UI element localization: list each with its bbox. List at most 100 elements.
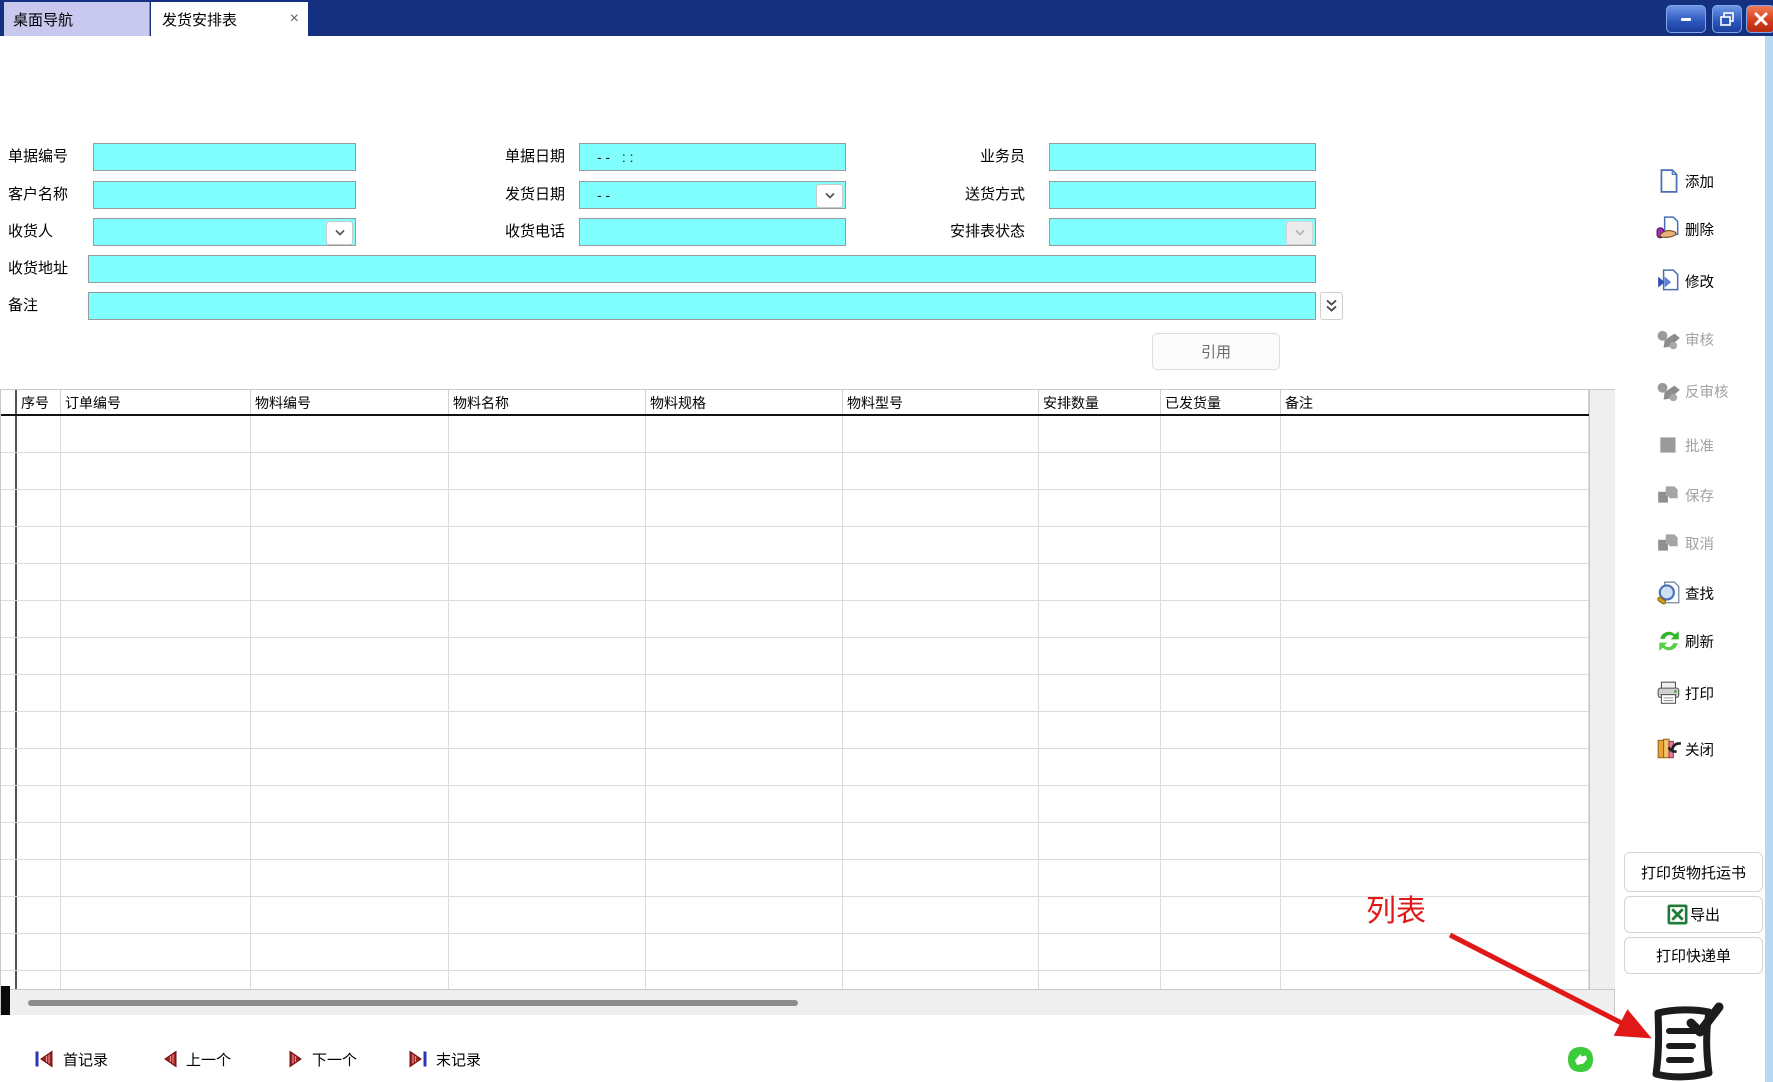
table-cell[interactable]: [1281, 490, 1589, 526]
row-selector-cell[interactable]: [1, 860, 17, 896]
table-cell[interactable]: [1161, 453, 1281, 489]
row-selector-cell[interactable]: [1, 564, 17, 600]
table-cell[interactable]: [61, 786, 251, 822]
table-row[interactable]: [1, 712, 1614, 749]
table-row[interactable]: [1, 453, 1614, 490]
table-cell[interactable]: [449, 490, 646, 526]
table-cell[interactable]: [449, 897, 646, 933]
table-cell[interactable]: [843, 416, 1039, 452]
last-record-button[interactable]: 末记录: [407, 1046, 481, 1072]
table-cell[interactable]: [1039, 675, 1161, 711]
table-cell[interactable]: [646, 749, 843, 785]
table-row[interactable]: [1, 601, 1614, 638]
table-cell[interactable]: [449, 527, 646, 563]
table-cell[interactable]: [17, 527, 61, 563]
table-row[interactable]: [1, 823, 1614, 860]
chevron-down-icon[interactable]: [326, 221, 353, 245]
table-cell[interactable]: [1161, 712, 1281, 748]
salesman-input[interactable]: [1049, 143, 1316, 171]
table-cell[interactable]: [61, 416, 251, 452]
table-cell[interactable]: [843, 638, 1039, 674]
table-cell[interactable]: [1281, 564, 1589, 600]
table-cell[interactable]: [17, 601, 61, 637]
table-cell[interactable]: [1161, 601, 1281, 637]
table-cell[interactable]: [251, 712, 449, 748]
table-cell[interactable]: [843, 860, 1039, 896]
sidebar-button-modify[interactable]: 修改: [1656, 266, 1768, 296]
table-cell[interactable]: [843, 490, 1039, 526]
row-selector-cell[interactable]: [1, 934, 17, 970]
previous-record-button[interactable]: 上一个: [162, 1046, 231, 1072]
table-cell[interactable]: [449, 675, 646, 711]
table-cell[interactable]: [646, 416, 843, 452]
table-cell[interactable]: [843, 712, 1039, 748]
row-selector-cell[interactable]: [1, 638, 17, 674]
table-cell[interactable]: [1039, 490, 1161, 526]
table-cell[interactable]: [61, 601, 251, 637]
table-cell[interactable]: [843, 786, 1039, 822]
table-cell[interactable]: [1161, 786, 1281, 822]
sidebar-button-print[interactable]: 打印: [1656, 678, 1768, 708]
table-cell[interactable]: [646, 934, 843, 970]
table-cell[interactable]: [251, 490, 449, 526]
table-cell[interactable]: [17, 490, 61, 526]
table-cell[interactable]: [17, 712, 61, 748]
vertical-scrollbar[interactable]: [1589, 390, 1615, 989]
table-cell[interactable]: [17, 934, 61, 970]
table-row[interactable]: [1, 675, 1614, 712]
table-cell[interactable]: [449, 453, 646, 489]
table-cell[interactable]: [1281, 675, 1589, 711]
row-selector-cell[interactable]: [1, 453, 17, 489]
table-cell[interactable]: [61, 564, 251, 600]
table-cell[interactable]: [1281, 416, 1589, 452]
table-cell[interactable]: [843, 675, 1039, 711]
table-cell[interactable]: [1281, 712, 1589, 748]
column-header-4[interactable]: 物料名称: [449, 390, 646, 414]
table-cell[interactable]: [61, 749, 251, 785]
table-cell[interactable]: [251, 823, 449, 859]
status-combo[interactable]: [1049, 218, 1316, 246]
column-header-2[interactable]: 订单编号: [61, 390, 251, 414]
sidebar-button-add[interactable]: 添加: [1656, 166, 1768, 196]
table-cell[interactable]: [1039, 786, 1161, 822]
table-row[interactable]: [1, 786, 1614, 823]
remark-expand-button[interactable]: [1320, 292, 1343, 320]
table-cell[interactable]: [251, 860, 449, 896]
table-cell[interactable]: [1161, 749, 1281, 785]
row-selector-cell[interactable]: [1, 823, 17, 859]
table-cell[interactable]: [1039, 601, 1161, 637]
table-cell[interactable]: [17, 749, 61, 785]
table-cell[interactable]: [646, 527, 843, 563]
column-header-9[interactable]: 备注: [1281, 390, 1589, 414]
table-cell[interactable]: [843, 897, 1039, 933]
table-cell[interactable]: [1281, 786, 1589, 822]
row-selector-cell[interactable]: [1, 786, 17, 822]
table-cell[interactable]: [1281, 860, 1589, 896]
table-cell[interactable]: [1161, 490, 1281, 526]
table-cell[interactable]: [449, 934, 646, 970]
tab-delivery-schedule[interactable]: 发货安排表 ×: [151, 2, 308, 36]
table-row[interactable]: [1, 490, 1614, 527]
table-cell[interactable]: [61, 527, 251, 563]
table-cell[interactable]: [251, 897, 449, 933]
table-cell[interactable]: [17, 860, 61, 896]
table-row[interactable]: [1, 749, 1614, 786]
table-cell[interactable]: [1161, 860, 1281, 896]
table-cell[interactable]: [251, 749, 449, 785]
table-cell[interactable]: [17, 416, 61, 452]
table-cell[interactable]: [61, 453, 251, 489]
table-cell[interactable]: [1161, 527, 1281, 563]
row-selector-cell[interactable]: [1, 416, 17, 452]
table-cell[interactable]: [251, 786, 449, 822]
table-cell[interactable]: [1281, 453, 1589, 489]
table-cell[interactable]: [251, 638, 449, 674]
table-cell[interactable]: [17, 453, 61, 489]
table-cell[interactable]: [646, 490, 843, 526]
table-cell[interactable]: [646, 675, 843, 711]
table-cell[interactable]: [646, 897, 843, 933]
table-cell[interactable]: [1161, 675, 1281, 711]
table-cell[interactable]: [1039, 638, 1161, 674]
phone-input[interactable]: [579, 218, 846, 246]
address-input[interactable]: [88, 255, 1316, 283]
row-selector-cell[interactable]: [1, 490, 17, 526]
